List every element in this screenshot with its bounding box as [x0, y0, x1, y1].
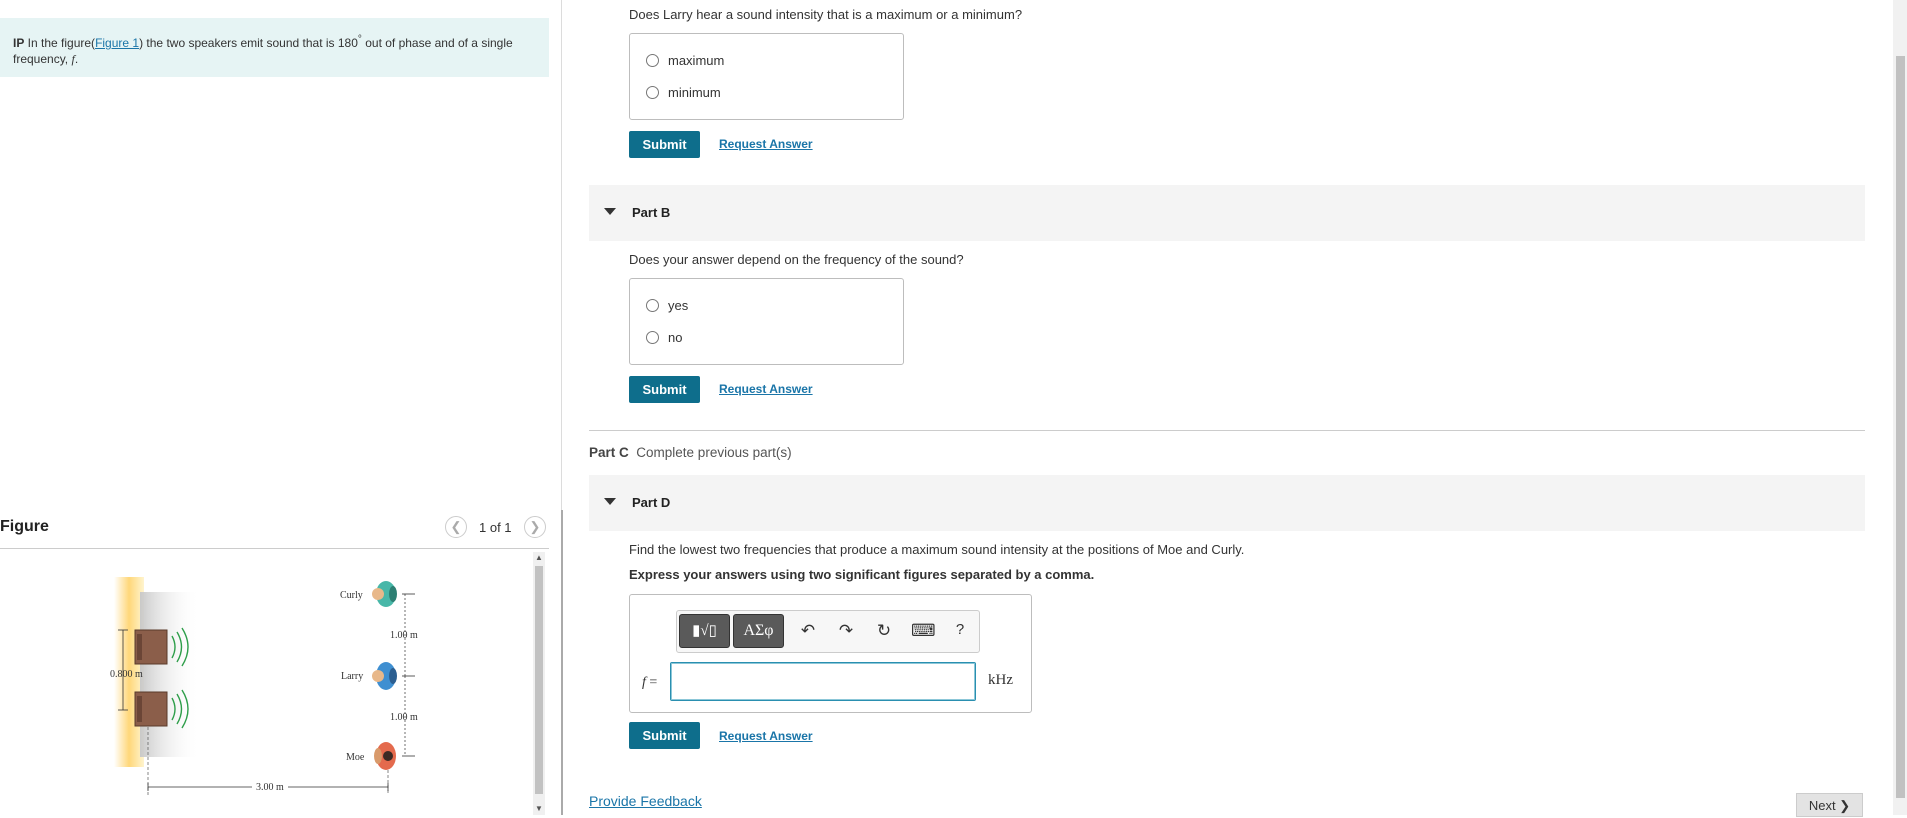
speaker-diagram: 0.800 m Curly Larry Moe 1.00 m 1.00 m 3.… — [110, 577, 418, 795]
label-speaker-separation: 0.800 m — [110, 669, 143, 680]
provide-feedback-link[interactable]: Provide Feedback — [589, 793, 702, 809]
figure-scrollbar[interactable]: ▲ ▼ — [533, 552, 545, 815]
collapse-caret-icon — [604, 498, 616, 505]
label-curly-larry-distance: 1.00 m — [390, 630, 418, 641]
greek-symbols-button[interactable]: ΑΣφ — [733, 614, 784, 648]
part-a-options: maximum minimum — [629, 33, 904, 120]
frequency-answer-input[interactable] — [670, 662, 976, 701]
part-c-status-text: Complete previous part(s) — [636, 445, 792, 460]
collapse-caret-icon — [604, 208, 616, 215]
templates-button[interactable]: ▮√▯ — [679, 614, 730, 648]
part-a-request-answer-link[interactable]: Request Answer — [719, 137, 813, 151]
larry-figure — [372, 662, 397, 690]
part-c-divider — [589, 430, 1865, 431]
radio-button[interactable] — [646, 331, 659, 344]
figure-counter: 1 of 1 — [479, 520, 512, 535]
part-d-submit-button[interactable]: Submit — [629, 722, 700, 749]
figure-prev-button[interactable]: ❮ — [445, 516, 467, 538]
redo-icon[interactable]: ↷ — [835, 621, 857, 641]
part-d-instruction: Express your answers using two significa… — [629, 567, 1095, 582]
option-yes[interactable]: yes — [646, 298, 688, 313]
label-horizontal-distance: 3.00 m — [256, 782, 284, 793]
unit-label: kHz — [988, 672, 1013, 688]
option-maximum[interactable]: maximum — [646, 53, 724, 68]
radio-button[interactable] — [646, 299, 659, 312]
part-b-submit-button[interactable]: Submit — [629, 376, 700, 403]
part-c-title: Part C — [589, 445, 629, 460]
part-b-options: yes no — [629, 278, 904, 365]
part-d-title: Part D — [632, 495, 671, 510]
page-scrollbar[interactable] — [1893, 0, 1907, 815]
reset-icon[interactable]: ↻ — [873, 621, 895, 641]
page-scrollbar-thumb[interactable] — [1896, 56, 1905, 798]
label-larry-moe-distance: 1.00 m — [390, 712, 418, 723]
figure-divider — [0, 548, 549, 549]
radio-button[interactable] — [646, 54, 659, 67]
part-d-question: Find the lowest two frequencies that pro… — [629, 542, 1245, 557]
part-a-question: Does Larry hear a sound intensity that i… — [629, 7, 1023, 22]
part-d-answer-box: ▮√▯ ΑΣφ ↶ ↷ ↻ ⌨ ? f = kHz — [629, 594, 1032, 713]
part-d-request-answer-link[interactable]: Request Answer — [719, 729, 813, 743]
option-minimum[interactable]: minimum — [646, 85, 721, 100]
part-a-submit-button[interactable]: Submit — [629, 131, 700, 158]
wall — [140, 592, 200, 757]
curly-figure — [372, 581, 397, 607]
part-c-status: Part C Complete previous part(s) — [589, 445, 792, 460]
figure-title: Figure — [0, 518, 49, 535]
label-larry: Larry — [341, 671, 363, 682]
part-b-title: Part B — [632, 205, 671, 220]
help-icon[interactable]: ? — [949, 621, 971, 638]
part-b-header[interactable]: Part B — [589, 185, 1865, 241]
option-no[interactable]: no — [646, 330, 682, 345]
radio-button[interactable] — [646, 86, 659, 99]
part-d-header[interactable]: Part D — [589, 475, 1865, 531]
scroll-up-arrow-icon[interactable]: ▲ — [533, 552, 545, 564]
label-curly: Curly — [340, 590, 363, 601]
answer-label: f = — [642, 675, 658, 690]
problem-panel: IP In the figure(Figure 1) the two speak… — [0, 0, 562, 815]
problem-prefix: IP — [13, 36, 25, 50]
figure-scrollbar-thumb[interactable] — [535, 566, 543, 794]
part-b-request-answer-link[interactable]: Request Answer — [719, 382, 813, 396]
moe-figure — [374, 742, 396, 770]
part-b-question: Does your answer depend on the frequency… — [629, 252, 964, 267]
question-panel: Does Larry hear a sound intensity that i… — [563, 0, 1893, 817]
figure-next-button[interactable]: ❯ — [524, 516, 546, 538]
figure-image: 0.800 m Curly Larry Moe 1.00 m 1.00 m 3.… — [0, 552, 530, 815]
figure-header: Figure ❮ 1 of 1 ❯ — [0, 516, 549, 549]
math-toolbar: ▮√▯ ΑΣφ ↶ ↷ ↻ ⌨ ? — [676, 610, 980, 653]
label-moe: Moe — [346, 752, 365, 763]
figure-link[interactable]: Figure 1 — [95, 36, 139, 50]
scroll-down-arrow-icon[interactable]: ▼ — [533, 803, 545, 815]
next-button[interactable]: Next ❯ — [1796, 793, 1863, 817]
problem-statement: IP In the figure(Figure 1) the two speak… — [0, 18, 549, 77]
undo-icon[interactable]: ↶ — [797, 621, 819, 641]
keyboard-icon[interactable]: ⌨ — [911, 621, 936, 641]
